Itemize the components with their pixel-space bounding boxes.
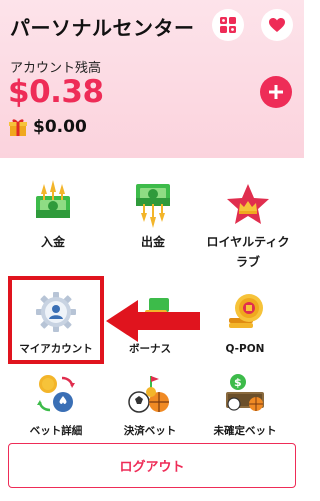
favorites-button[interactable]: [261, 9, 293, 41]
deposit-icon: [26, 178, 80, 232]
settled-bets-label: 決済ベット: [123, 425, 177, 437]
logout-button[interactable]: ログアウト: [8, 443, 296, 488]
bet-details-item[interactable]: ベット詳細: [6, 367, 106, 441]
svg-text:$: $: [234, 376, 242, 389]
settled-bets-item[interactable]: 決済ベット: [100, 367, 200, 441]
withdraw-icon: [126, 178, 180, 232]
crown-star-icon: [221, 178, 275, 232]
gift-icon: [9, 119, 27, 136]
bet-details-label: ベット詳細: [29, 425, 83, 437]
heart-icon: [269, 18, 285, 32]
deposit-label: 入金: [40, 235, 65, 249]
balance-value: $0.38: [8, 74, 104, 110]
deposit-item[interactable]: 入金: [3, 178, 103, 252]
bonus-value: $0.00: [33, 117, 87, 137]
add-funds-button[interactable]: [260, 76, 292, 108]
qpon-item[interactable]: Q-PON: [195, 285, 295, 359]
qpon-label: Q-PON: [225, 343, 265, 355]
withdraw-label: 出金: [140, 235, 165, 249]
highlight-box: [8, 276, 104, 364]
bonus-balance: $0.00: [8, 117, 87, 137]
unsettled-bets-label: 未確定ベット: [213, 425, 277, 437]
coin-stack-icon: [218, 285, 272, 339]
sports-balls-icon: [123, 367, 177, 421]
unsettled-bets-item[interactable]: $ 未確定ベット: [195, 367, 295, 441]
withdraw-item[interactable]: 出金: [103, 178, 203, 252]
page-title: パーソナルセンター: [10, 16, 195, 40]
unsettled-bets-icon: $: [218, 367, 272, 421]
grid-menu-button[interactable]: [212, 9, 244, 41]
plus-icon: [269, 85, 283, 99]
royalty-club-item[interactable]: ロイヤルティクラブ: [193, 178, 303, 272]
header: パーソナルセンター アカウント残高 $0.38 $0.00: [0, 0, 304, 158]
bet-details-icon: [29, 367, 83, 421]
grid-icon: [220, 17, 236, 33]
royalty-club-label: ロイヤルティクラブ: [206, 235, 290, 269]
arrow-left-icon: [106, 300, 200, 342]
